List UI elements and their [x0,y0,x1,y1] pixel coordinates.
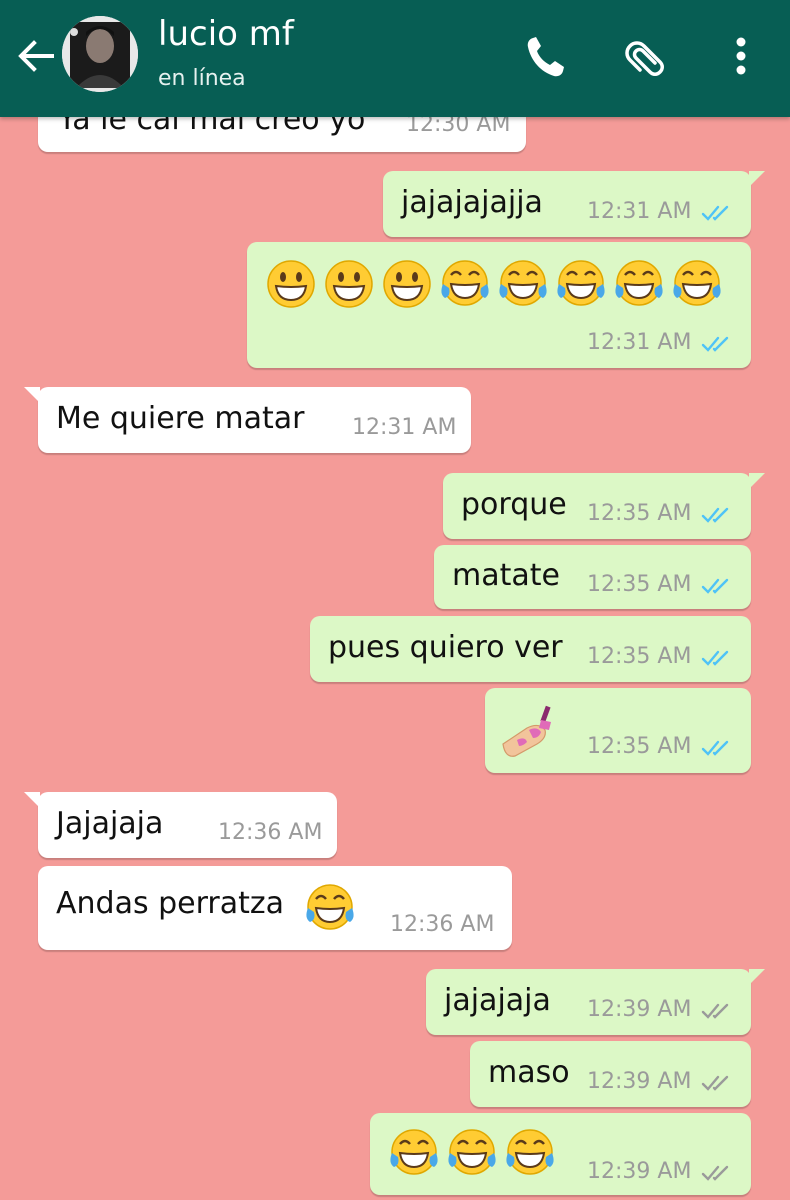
message-time: 12:35 AM [587,501,692,526]
delivered-ticks-icon [701,1075,729,1091]
message-time: 12:36 AM [218,820,323,845]
emoji-row [388,1127,568,1183]
tears-of-joy-emoji-icon [671,258,723,310]
message-text: maso [488,1055,570,1090]
tears-of-joy-emoji-icon [613,258,665,310]
outgoing-message[interactable]: 12:35 AM [485,688,751,773]
message-time: 12:31 AM [587,330,692,355]
message-time: 12:31 AM [587,199,692,224]
phone-call-icon[interactable] [520,30,570,84]
message-time: 12:35 AM [587,644,692,669]
read-ticks-icon [701,205,729,221]
read-ticks-icon [701,650,729,666]
nail-polish-emoji-icon [499,700,559,760]
outgoing-message[interactable]: 12:31 AM [247,242,751,368]
tears-of-joy-emoji-icon [304,882,356,934]
attach-paperclip-icon[interactable] [622,30,672,84]
outgoing-message[interactable]: jajajaja 12:39 AM [426,969,765,1035]
message-time: 12:31 AM [352,415,457,440]
message-text: jajajajajja [401,185,543,220]
outgoing-message[interactable]: matate 12:35 AM [434,545,751,609]
more-options-icon[interactable] [718,30,764,84]
message-time: 12:39 AM [587,997,692,1022]
tears-of-joy-emoji-icon [555,258,607,310]
tears-of-joy-emoji-icon [497,258,549,310]
incoming-message[interactable]: Andas perratza 12:36 AM [38,866,512,950]
message-text: Jajajaja [56,806,164,841]
tears-of-joy-emoji-icon [388,1127,440,1179]
read-ticks-icon [701,507,729,523]
tears-of-joy-emoji-icon [439,258,491,310]
contact-photo-icon [62,16,138,92]
contact-name[interactable]: lucio mf [158,14,294,54]
message-time: 12:36 AM [390,912,495,937]
message-text: pues quiero ver [328,630,563,665]
chat-header: lucio mf en línea [0,0,790,117]
back-arrow-icon[interactable] [14,34,58,78]
contact-status: en línea [158,66,246,91]
read-ticks-icon [701,578,729,594]
message-text: jajajaja [444,983,551,1018]
message-text: Andas perratza [56,886,285,921]
outgoing-message[interactable]: maso 12:39 AM [470,1041,751,1107]
grinning-face-emoji-icon [265,258,317,310]
grinning-face-emoji-icon [381,258,433,310]
tears-of-joy-emoji-icon [446,1127,498,1179]
tears-of-joy-emoji-icon [504,1127,556,1179]
outgoing-message[interactable]: jajajajajja 12:31 AM [383,171,765,237]
message-text: matate [452,558,560,593]
chat-area[interactable]: Ya le cai mal creo yo 12:30 AM jajajajaj… [0,0,790,1200]
incoming-message[interactable]: Jajajaja 12:36 AM [24,792,337,858]
message-text: porque [461,487,567,522]
read-ticks-icon [701,740,729,756]
read-ticks-icon [701,336,729,352]
message-time: 12:35 AM [587,572,692,597]
emoji-row [499,700,559,760]
delivered-ticks-icon [701,1165,729,1181]
outgoing-message[interactable]: porque 12:35 AM [443,473,765,539]
incoming-message[interactable]: Me quiere matar 12:31 AM [24,387,471,453]
avatar[interactable] [62,16,138,92]
emoji-row [265,258,745,314]
message-time: 12:39 AM [587,1069,692,1094]
message-time: 12:39 AM [587,1159,692,1184]
outgoing-message[interactable]: pues quiero ver 12:35 AM [310,616,751,682]
delivered-ticks-icon [701,1003,729,1019]
message-text: Me quiere matar [56,401,305,436]
outgoing-message[interactable]: 12:39 AM [370,1113,751,1195]
grinning-face-emoji-icon [323,258,375,310]
message-time: 12:35 AM [587,734,692,759]
emoji-inline [304,882,356,934]
